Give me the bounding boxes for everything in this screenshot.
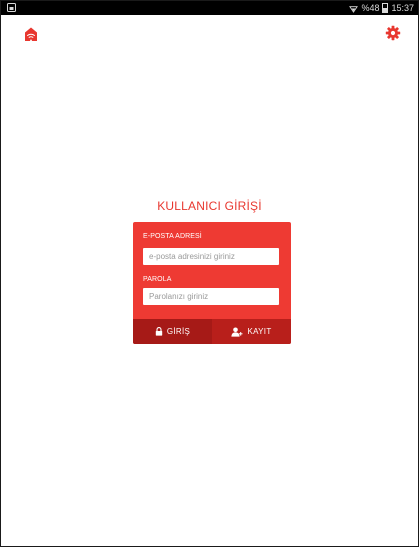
- add-user-icon: [231, 327, 243, 337]
- email-label: E-POSTA ADRESİ: [143, 233, 202, 240]
- gear-icon[interactable]: [385, 25, 401, 41]
- register-button-label: KAYIT: [247, 327, 272, 336]
- login-title: KULLANICI GİRİŞİ: [157, 199, 262, 213]
- login-button-label: GİRİŞ: [166, 327, 191, 336]
- login-button[interactable]: GİRİŞ: [133, 319, 212, 344]
- app-screen: %48 15:37 KULLANICI GİRİŞİ E-POSTA ADRES…: [0, 0, 419, 547]
- status-right: %48 15:37: [349, 1, 414, 15]
- home-wifi-icon[interactable]: [23, 26, 39, 42]
- battery-icon: [382, 3, 389, 13]
- lock-icon: [155, 327, 163, 336]
- password-label: PAROLA: [143, 276, 172, 283]
- password-input[interactable]: [143, 288, 279, 305]
- wifi-icon: [349, 5, 359, 13]
- email-input[interactable]: [143, 248, 279, 265]
- status-bar: %48 15:37: [1, 1, 418, 15]
- login-card: E-POSTA ADRESİ PAROLA GİRİŞ KAYIT: [133, 222, 291, 344]
- battery-percent: %48: [361, 3, 380, 13]
- action-buttons: GİRİŞ KAYIT: [133, 319, 291, 344]
- clock: 15:37: [391, 3, 414, 13]
- register-button[interactable]: KAYIT: [212, 319, 291, 344]
- sim-icon: [7, 3, 16, 12]
